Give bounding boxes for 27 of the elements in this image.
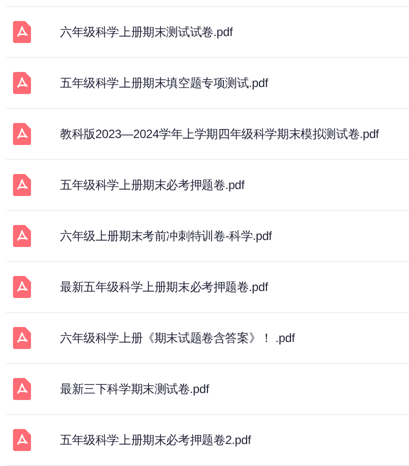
pdf-file-icon: [13, 327, 31, 349]
file-name: 最新五年级科学上册期末必考押题卷.pdf: [60, 278, 268, 296]
file-row[interactable]: 教科版2023—2024学年上学期四年级科学期末模拟测试卷.pdf: [6, 109, 409, 160]
pdf-file-icon: [13, 174, 31, 196]
pdf-file-icon: [13, 429, 31, 451]
file-name: 六年级上册期末考前冲刺特训卷-科学.pdf: [60, 228, 272, 244]
pdf-file-icon: [13, 72, 31, 94]
file-row[interactable]: 六年级科学上册《期末试题卷含答案》！ .pdf: [6, 313, 409, 364]
file-row[interactable]: 五年级科学上册期末必考押题卷2.pdf: [6, 415, 409, 466]
pdf-file-icon: [13, 276, 31, 298]
file-row[interactable]: 最新五年级科学上册期末必考押题卷.pdf: [6, 262, 409, 313]
file-row[interactable]: 六年级上册期末考前冲刺特训卷-科学.pdf: [6, 211, 409, 262]
file-row[interactable]: 六年级科学上册期末测试试卷.pdf: [6, 7, 409, 58]
file-name: 六年级科学上册期末测试试卷.pdf: [60, 24, 233, 40]
pdf-file-icon: [13, 123, 31, 145]
file-name: 五年级科学上册期末必考押题卷.pdf: [60, 176, 244, 194]
file-name: 最新三下科学期末测试卷.pdf: [60, 380, 210, 398]
file-name: 五年级科学上册期末必考押题卷2.pdf: [60, 432, 251, 448]
file-row[interactable]: 五年级科学上册期末必考押题卷.pdf: [6, 160, 409, 211]
pdf-file-icon: [13, 378, 31, 400]
pdf-file-icon: [13, 21, 31, 43]
pdf-file-icon: [13, 225, 31, 247]
file-name: 教科版2023—2024学年上学期四年级科学期末模拟测试卷.pdf: [60, 126, 379, 142]
file-row[interactable]: 五年级科学上册期末填空题专项测试.pdf: [6, 58, 409, 109]
file-name: 六年级科学上册《期末试题卷含答案》！ .pdf: [60, 330, 295, 346]
file-name: 五年级科学上册期末填空题专项测试.pdf: [60, 74, 268, 92]
file-row[interactable]: 最新三下科学期末测试卷.pdf: [6, 364, 409, 415]
